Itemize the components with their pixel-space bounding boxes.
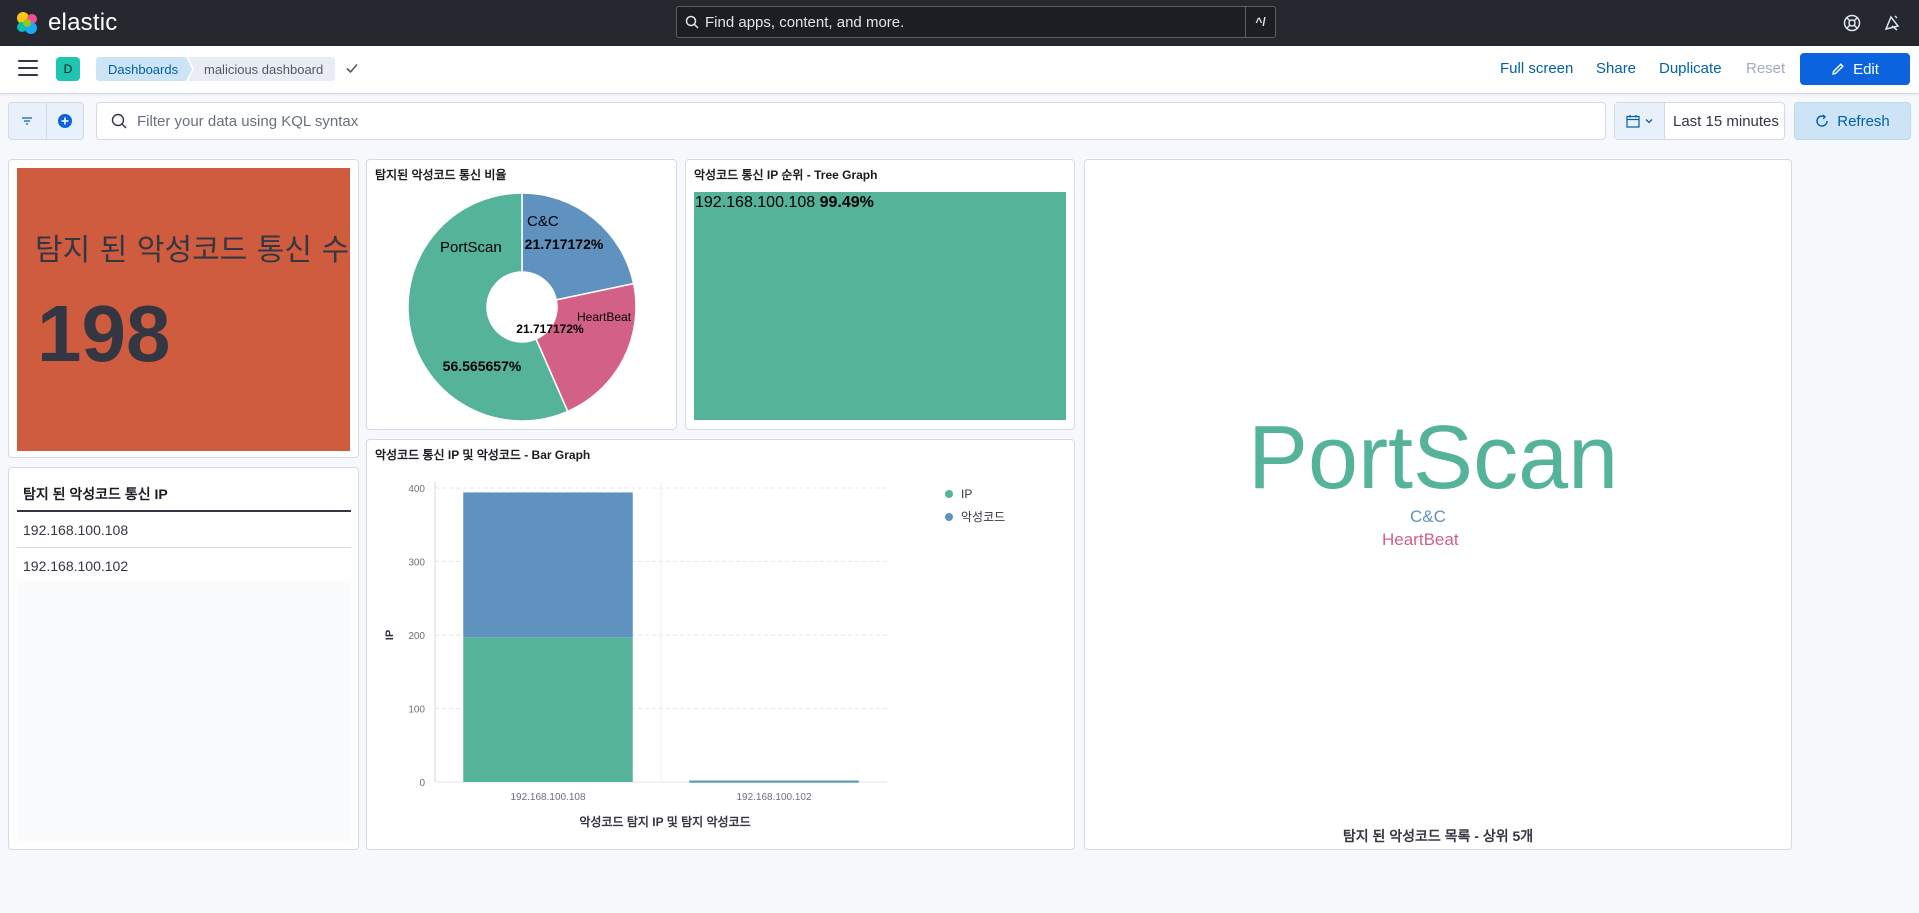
search-shortcut: ^/ (1245, 7, 1275, 37)
x-tick-label: 192.168.100.108 (510, 792, 586, 803)
saved-check-icon (346, 63, 358, 74)
y-tick-label: 0 (419, 778, 425, 789)
legend-swatch (945, 512, 953, 521)
search-icon (111, 113, 127, 129)
help-icon[interactable] (1840, 11, 1864, 35)
pie-slice-percent: 21.717172% (516, 322, 584, 336)
bar-chart: 0 100 200 300 400 192.168.100.108 192.168.100.… (384, 482, 887, 829)
calendar-icon (1625, 115, 1640, 128)
breadcrumb-current: malicious dashboard (188, 57, 336, 81)
metric-tile: 탐지 된 악성코드 통신 수 198 (17, 168, 350, 451)
chevron-down-icon (1645, 119, 1652, 124)
duplicate-button[interactable]: Duplicate (1659, 60, 1722, 77)
dashboard-toolbar: D Dashboards malicious dashboard Full sc… (0, 46, 1919, 94)
metric-label: 탐지 된 악성코드 통신 수 (35, 233, 350, 268)
brand-name: elastic (48, 9, 118, 36)
table-header: 탐지 된 악성코드 통신 IP (17, 474, 351, 512)
legend-label: IP (961, 487, 973, 501)
legend-item-malware[interactable]: 악성코드 (945, 508, 1005, 525)
reset-button[interactable]: Reset (1746, 60, 1785, 77)
search-icon (685, 15, 699, 29)
treemap-label: 192.168.100.108 99.49% (695, 194, 874, 212)
tagcloud-title: 탐지 된 악성코드 목록 - 상위 5개 (1342, 828, 1534, 844)
panel-title: 악성코드 통신 IP 순위 - Tree Graph (694, 168, 878, 182)
space-avatar[interactable]: D (56, 57, 80, 81)
pie-slice-label: PortScan (440, 239, 502, 256)
bar-segment[interactable] (463, 492, 633, 638)
table-row: 192.168.100.102 (17, 548, 351, 584)
table-row: 192.168.100.108 (17, 512, 351, 548)
table-empty-area (17, 581, 351, 841)
search-placeholder: Find apps, content, and more. (705, 13, 905, 31)
metric-value: 198 (37, 289, 171, 378)
full-screen-button[interactable]: Full screen (1500, 60, 1573, 77)
pie-panel: 탐지된 악성코드 통신 비율 PortScan 56.565657% C&C 21.7… (366, 159, 677, 430)
y-tick-label: 300 (408, 558, 425, 569)
x-axis-label: 악성코드 탐지 IP 및 탐지 악성코드 (579, 814, 750, 829)
refresh-button[interactable]: Refresh (1794, 102, 1911, 140)
refresh-icon (1816, 114, 1828, 127)
tag-word-cc[interactable]: C&C (1410, 507, 1446, 527)
filter-icon (22, 117, 33, 125)
date-picker[interactable]: Last 15 minutes (1614, 102, 1785, 140)
metric-panel: 탐지 된 악성코드 통신 수 198 (8, 159, 359, 458)
treemap-panel: 악성코드 통신 IP 순위 - Tree Graph 192.168.100.1… (685, 159, 1075, 430)
bar-segment[interactable] (689, 780, 859, 783)
pie-slice-label: HeartBeat (577, 310, 632, 324)
legend-label: 악성코드 (961, 510, 1006, 524)
treemap-ip: 192.168.100.108 (695, 194, 816, 211)
pie-slice-label: C&C (527, 213, 559, 230)
breadcrumb-dashboards[interactable]: Dashboards (96, 57, 192, 81)
pie-chart: PortScan56.565657%C&C21.717172%HeartBeat… (407, 192, 637, 422)
treemap-percent: 99.49% (819, 194, 874, 211)
legend-item-ip[interactable]: IP (945, 487, 972, 501)
edit-button-label: Edit (1853, 60, 1879, 78)
ip-table-panel: 탐지 된 악성코드 통신 IP 192.168.100.108 192.168.… (8, 467, 359, 850)
filter-controls (8, 102, 84, 140)
pencil-icon (1832, 63, 1844, 75)
tag-word-portscan[interactable]: PortScan (1248, 407, 1618, 510)
ip-table: 탐지 된 악성코드 통신 IP 192.168.100.108 192.168.… (17, 474, 351, 584)
kql-search-input[interactable]: Filter your data using KQL syntax (96, 102, 1606, 140)
tag-word-heartbeat[interactable]: HeartBeat (1382, 530, 1459, 550)
plus-circle-icon (57, 114, 72, 128)
kql-placeholder: Filter your data using KQL syntax (137, 112, 359, 130)
pie-slice-percent: 56.565657% (443, 358, 522, 374)
tagcloud-panel: PortScan C&C HeartBeat 탐지 된 악성코드 목록 - 상위… (1084, 159, 1792, 850)
x-tick-label: 192.168.100.102 (736, 792, 812, 803)
bar-segment[interactable] (463, 637, 633, 782)
refresh-label: Refresh (1837, 112, 1890, 130)
treemap-cell[interactable]: 192.168.100.108 99.49% (694, 192, 1066, 420)
y-axis-label: IP (384, 630, 396, 640)
time-range-label: Last 15 minutes (1673, 112, 1779, 130)
y-tick-label: 400 (408, 484, 425, 495)
y-tick-label: 200 (408, 631, 425, 642)
global-search[interactable]: Find apps, content, and more. ^/ (676, 6, 1276, 38)
add-filter-button[interactable] (45, 103, 84, 139)
elastic-logo[interactable]: elastic (14, 9, 117, 37)
legend-swatch (945, 490, 953, 498)
elastic-cluster-icon (17, 12, 37, 34)
quick-select-button[interactable] (1615, 103, 1665, 139)
edit-button[interactable]: Edit (1800, 53, 1910, 85)
filter-menu-button[interactable] (9, 103, 46, 139)
news-feed-icon[interactable] (1880, 11, 1904, 35)
share-button[interactable]: Share (1596, 60, 1636, 77)
global-header: elastic Find apps, content, and more. ^/ (0, 0, 1919, 46)
y-tick-label: 100 (408, 705, 425, 716)
bar-panel: 악성코드 통신 IP 및 악성코드 - Bar Graph 0 100 200 300… (366, 439, 1075, 850)
menu-toggle-button[interactable] (18, 60, 38, 78)
pie-slice-percent: 21.717172% (525, 236, 604, 252)
